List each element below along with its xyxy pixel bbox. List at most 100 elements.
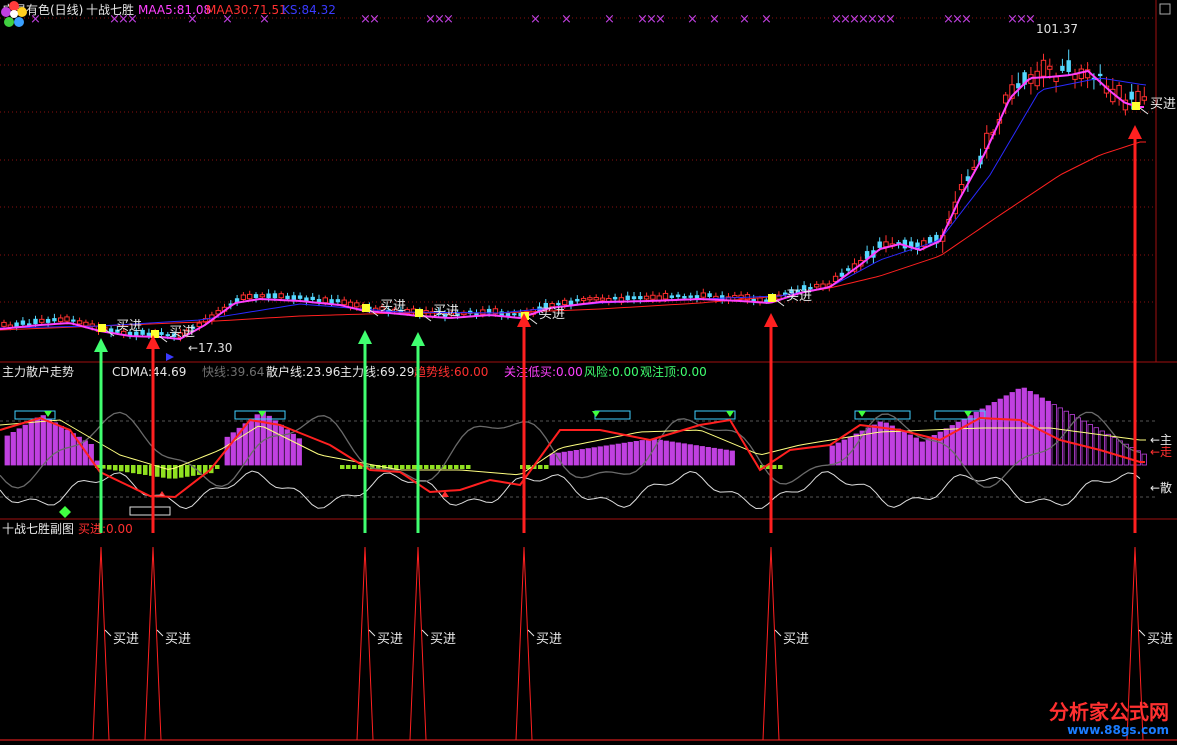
buy-spike [409,546,427,741]
panel2-green-bar [538,465,543,469]
candle-down [1098,73,1103,77]
candle-up [700,292,706,298]
top-marker: × [687,12,698,27]
panel2-purple-bar [52,422,58,466]
panel2-purple-bar [681,443,687,466]
panel2-purple-bar [997,398,1003,466]
panel2-purple-bar [10,431,16,466]
top-marker: × [604,12,615,27]
panel2-green-bar [113,465,118,471]
panel2-green-bar [161,465,166,478]
panel2-purple-bar [633,440,639,466]
panel2-green-bar [772,465,777,469]
top-marker: × [187,12,198,27]
panel2-green-bar [107,465,112,470]
top-marker: × [561,12,572,27]
panel2-purple-bar [1093,427,1099,466]
candle-up [1,321,7,327]
panel2-green-bar [778,465,783,469]
panel2-purple-bar [705,446,711,466]
panel2-purple-bar [585,448,591,466]
spike-buy-label: 买进 [113,632,139,647]
panel2-purple-bar [28,421,34,466]
panel2-purple-bar [717,448,723,466]
candle-down [675,294,681,298]
candle-down [291,295,296,300]
panel2-purple-bar [242,423,248,466]
panel2-purple-bar [853,433,859,466]
buy-marker-square [768,294,776,302]
buy-pointer [775,299,785,307]
panel2-green-bar [424,465,429,469]
top-marker: × [30,12,41,27]
buy-signal-arrowhead-icon [1128,125,1142,139]
green-diamond-icon [59,506,71,518]
candle-down [556,302,561,306]
candle-up [259,294,266,298]
candle-up [354,302,360,308]
panel2-green-bar [466,465,471,469]
panel2-purple-bar [901,431,907,466]
panel2-green-bar [185,465,190,477]
panel2-purple-bar [841,439,847,466]
panel2-purple-bar [723,449,729,466]
buy-marker-square [415,309,423,317]
buy-spike [356,546,374,741]
buy-signal-arrowhead-icon [358,330,372,344]
buy-spike-pointer [156,629,164,637]
spike-buy-label: 买进 [165,632,191,647]
panel2-green-bar [394,465,399,469]
top-marker: × [739,12,750,27]
buy-label: 买进 [169,325,195,340]
panel2-purple-bar [1087,423,1093,466]
watermark: 分析家公式网 www.88gs.com [1049,701,1169,737]
down-arrow-icon [858,411,866,417]
candle-up [562,299,568,306]
panel2-purple-bar [1117,440,1123,466]
candle-down [52,318,57,322]
top-marker: × [885,12,896,27]
panel2-purple-bar [615,443,621,466]
panel2-purple-bar [603,445,609,466]
panel2-purple-bar [579,449,585,466]
candle-down [310,296,315,301]
panel2-purple-bar [639,440,645,466]
panel2-purple-bar [1063,410,1069,466]
candle-up [64,316,70,322]
panel2-purple-bar [1141,453,1147,466]
flower-logo-icon [1,1,27,27]
buy-spike-pointer [104,629,112,637]
panel2-purple-bar [1099,430,1105,466]
panel2-purple-bar [925,438,931,466]
buy-spike-pointer [774,629,782,637]
spike-buy-label: 买进 [536,632,562,647]
candle-up [814,283,820,288]
panel2-green-bar [406,465,411,469]
candle-down [669,295,674,298]
spike-buy-label: 买进 [1147,632,1173,647]
buy-label: 买进 [539,307,565,322]
candle-up [599,297,606,301]
buy-spike-pointer [368,629,376,637]
candle-up [341,299,347,306]
ma5-line [0,69,1144,341]
buy-label: 买进 [380,299,406,314]
panel2-purple-bar [597,446,603,466]
buy-marker-square [98,324,106,332]
panel2-green-bar [352,465,357,469]
buy-spike [144,546,162,741]
panel2-green-bar [400,465,405,469]
candle-up [240,294,247,301]
candle-down [612,296,618,300]
top-marker: × [961,12,972,27]
candle-up [662,292,669,300]
candle-down [638,296,643,300]
top-marker: × [127,12,138,27]
panel2-green-bar [430,465,435,469]
panel2-green-bar [412,465,417,469]
panel2-purple-bar [248,418,254,466]
candle-up [76,320,83,325]
panel2-purple-bar [16,428,22,466]
candle-up [58,317,64,323]
down-arrow-icon [592,411,600,417]
